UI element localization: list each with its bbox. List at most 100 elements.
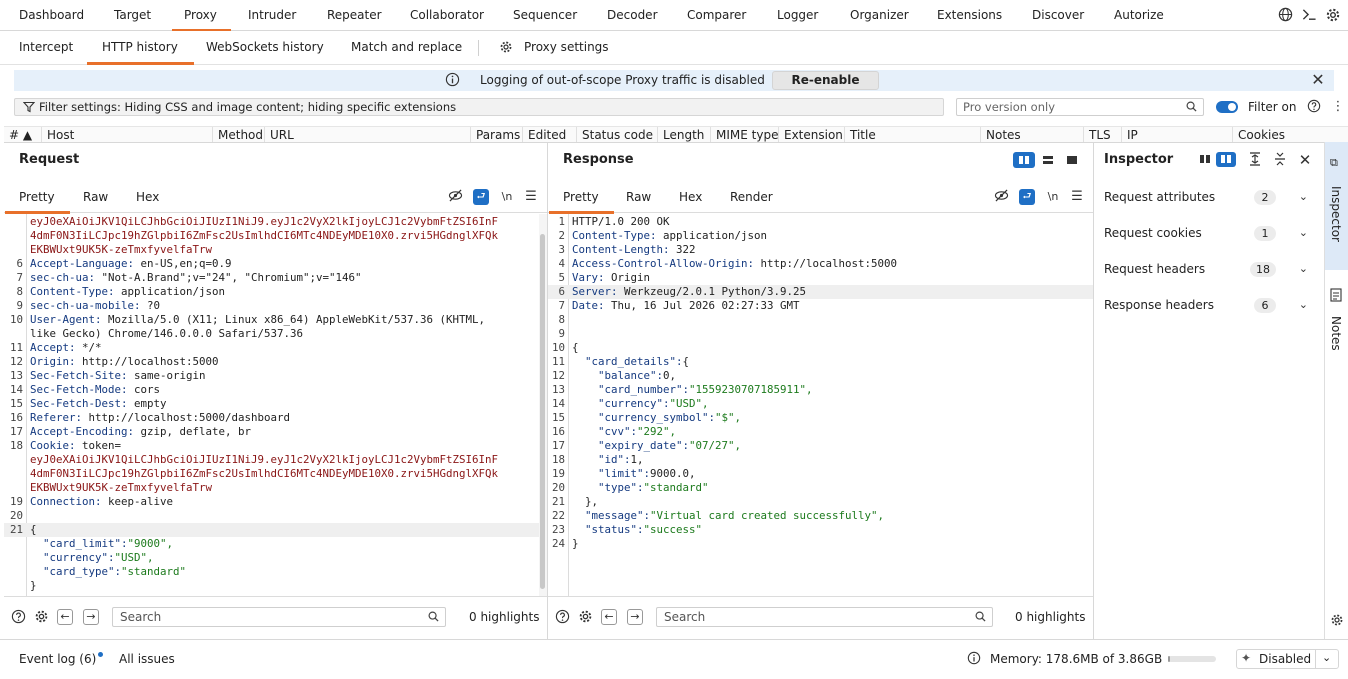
tab-repeater[interactable]: Repeater — [327, 0, 382, 31]
help-icon[interactable] — [554, 609, 570, 625]
tab-discover[interactable]: Discover — [1032, 0, 1084, 31]
menu-icon[interactable]: ☰ — [523, 189, 539, 205]
col-cookies[interactable]: Cookies — [1232, 127, 1348, 143]
response-editor[interactable]: 1 HTTP/1.0 200 OK 2 Content-Type: applicati… — [548, 214, 1093, 596]
more-vertical-icon[interactable]: ⋮ — [1330, 99, 1346, 115]
newline-icon[interactable]: \n — [1045, 189, 1061, 205]
layout-tabs-icon[interactable] — [1061, 152, 1083, 168]
hide-nonprintable-icon[interactable] — [447, 189, 463, 205]
col-mime-type[interactable]: MIME type — [710, 127, 782, 143]
proxy-settings-button[interactable]: Proxy settings — [524, 31, 609, 64]
globe-icon[interactable] — [1277, 7, 1293, 23]
collapse-all-icon[interactable] — [1272, 152, 1288, 168]
rail-notes-tab[interactable]: Notes — [1325, 282, 1348, 362]
response-tab-pretty[interactable]: Pretty — [549, 183, 614, 214]
inspector-request-attributes[interactable]: Request attributes 2 ⌄ — [1104, 187, 1314, 207]
request-tab-hex[interactable]: Hex — [136, 183, 159, 213]
col-length[interactable]: Length — [657, 127, 712, 143]
terminal-icon[interactable] — [1301, 7, 1317, 23]
col-number[interactable]: # ▲ — [4, 127, 40, 143]
line-number: 18 — [9, 439, 23, 452]
tab-intercept[interactable]: Intercept — [19, 31, 73, 64]
settings-gear-icon[interactable] — [1325, 7, 1341, 23]
tab-autorize[interactable]: Autorize — [1114, 0, 1164, 31]
col-status-code[interactable]: Status code — [576, 127, 658, 143]
rail-notes-label: Notes — [1329, 316, 1343, 351]
tab-sequencer[interactable]: Sequencer — [513, 0, 577, 31]
gear-icon[interactable] — [1329, 613, 1345, 629]
help-icon[interactable] — [10, 609, 26, 625]
tab-http-history[interactable]: HTTP history — [87, 31, 194, 65]
menu-icon[interactable]: ☰ — [1069, 189, 1085, 205]
request-scrollbar[interactable] — [539, 214, 547, 596]
newline-icon[interactable]: \n — [499, 189, 515, 205]
task-execution-dropdown[interactable]: ✦ Disabled ⌄ — [1236, 649, 1339, 669]
col-method[interactable]: Method — [212, 127, 267, 143]
request-tab-raw[interactable]: Raw — [83, 183, 108, 213]
col-host[interactable]: Host — [41, 127, 213, 143]
tab-proxy[interactable]: Proxy — [172, 0, 231, 32]
inspector-response-headers[interactable]: Response headers 6 ⌄ — [1104, 295, 1314, 315]
col-edited[interactable]: Edited — [522, 127, 577, 143]
all-issues-link[interactable]: All issues — [119, 652, 175, 666]
code-line: 13 "card_number":"1559230707185911", — [548, 383, 1093, 397]
request-editor[interactable]: eyJ0eXAiOiJKV1QiLCJhbGciOiJIUzI1NiJ9.eyJ… — [4, 214, 539, 596]
tab-websockets-history[interactable]: WebSockets history — [206, 31, 324, 64]
help-icon[interactable] — [1306, 99, 1322, 115]
line-number: 19 — [9, 495, 23, 508]
tab-comparer[interactable]: Comparer — [687, 0, 746, 31]
pro-search-field[interactable]: Pro version only — [956, 98, 1204, 116]
banner-message: Logging of out-of-scope Proxy traffic is… — [480, 73, 765, 87]
disabled-label: Disabled — [1259, 652, 1312, 666]
filter-toggle[interactable] — [1216, 101, 1238, 113]
next-match-icon[interactable]: → — [83, 609, 99, 625]
col-tls[interactable]: TLS — [1083, 127, 1123, 143]
inspector-layout-left-icon[interactable] — [1195, 152, 1215, 167]
response-tab-render[interactable]: Render — [730, 183, 773, 213]
line-number: 2 — [558, 229, 565, 242]
tab-decoder[interactable]: Decoder — [607, 0, 658, 31]
code-line: 14 Sec-Fetch-Mode: cors — [4, 383, 539, 397]
line-content: Sec-Fetch-Dest: empty — [30, 397, 167, 410]
close-icon[interactable]: ✕ — [1297, 152, 1313, 168]
response-tab-hex[interactable]: Hex — [679, 183, 702, 213]
request-search-input[interactable]: Search — [112, 607, 446, 627]
col-url[interactable]: URL — [264, 127, 471, 143]
tab-match-and-replace[interactable]: Match and replace — [351, 31, 462, 64]
re-enable-button[interactable]: Re-enable — [772, 71, 879, 90]
inspector-request-headers[interactable]: Request headers 18 ⌄ — [1104, 259, 1314, 279]
word-wrap-icon[interactable]: ⮐ — [1019, 189, 1035, 205]
hide-nonprintable-icon[interactable] — [993, 189, 1009, 205]
previous-match-icon[interactable]: ← — [601, 609, 617, 625]
close-icon[interactable]: ✕ — [1310, 72, 1326, 88]
tab-logger[interactable]: Logger — [777, 0, 818, 31]
col-params[interactable]: Params — [470, 127, 523, 143]
filter-settings-bar[interactable]: Filter settings: Hiding CSS and image co… — [14, 98, 944, 116]
tab-target[interactable]: Target — [114, 0, 151, 31]
layout-side-by-side-icon[interactable] — [1013, 152, 1035, 168]
tab-collaborator[interactable]: Collaborator — [410, 0, 484, 31]
inspector-request-cookies[interactable]: Request cookies 1 ⌄ — [1104, 223, 1314, 243]
next-match-icon[interactable]: → — [627, 609, 643, 625]
code-line: 19 "limit":9000.0, — [548, 467, 1093, 481]
col-notes[interactable]: Notes — [980, 127, 1085, 143]
response-tab-raw[interactable]: Raw — [626, 183, 651, 213]
col-ip[interactable]: IP — [1121, 127, 1233, 143]
layout-stacked-icon[interactable] — [1037, 152, 1059, 168]
gear-icon[interactable] — [33, 609, 49, 625]
inspector-layout-right-icon[interactable] — [1216, 152, 1236, 167]
request-tab-pretty[interactable]: Pretty — [5, 183, 70, 214]
event-log-link[interactable]: Event log (6) — [19, 652, 104, 666]
gear-icon[interactable] — [577, 609, 593, 625]
tab-dashboard[interactable]: Dashboard — [19, 0, 84, 31]
tab-intruder[interactable]: Intruder — [248, 0, 296, 31]
col-title[interactable]: Title — [844, 127, 981, 143]
response-search-input[interactable]: Search — [656, 607, 993, 627]
previous-match-icon[interactable]: ← — [57, 609, 73, 625]
col-extension[interactable]: Extension — [778, 127, 846, 143]
word-wrap-icon[interactable]: ⮐ — [473, 189, 489, 205]
tab-organizer[interactable]: Organizer — [850, 0, 909, 31]
expand-all-icon[interactable] — [1247, 152, 1263, 168]
rail-inspector-tab[interactable]: ⧉ Inspector — [1325, 142, 1348, 270]
tab-extensions[interactable]: Extensions — [937, 0, 1002, 31]
